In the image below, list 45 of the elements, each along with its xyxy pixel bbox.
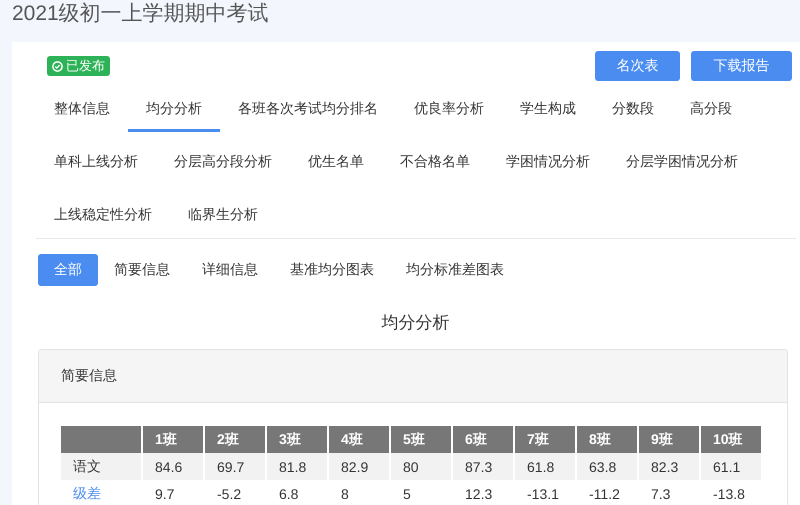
tab[interactable]: 分数段 [594, 86, 672, 132]
page-title: 2021级初一上学期期中考试 [11, 1, 270, 27]
section-title: 均分分析 [382, 313, 450, 332]
table-cell: 82.3 [638, 453, 700, 480]
filter-tab[interactable]: 简要信息 [98, 254, 186, 286]
tab[interactable]: 整体信息 [36, 86, 128, 132]
header-cell: 8班 [576, 426, 638, 453]
header-cell: 7班 [514, 426, 576, 453]
filter-tab[interactable]: 详细信息 [186, 254, 274, 286]
row-label: 语文 [61, 453, 142, 480]
check-circle-icon [52, 60, 63, 72]
header-cell: 9班 [638, 426, 700, 453]
status-text: 已发布 [66, 57, 105, 75]
tab[interactable]: 学困情况分析 [488, 139, 608, 185]
tab[interactable]: 学生构成 [502, 86, 594, 132]
header-cell: 5班 [390, 426, 452, 453]
header-cell: 10班 [700, 426, 761, 453]
table-cell: 87.3 [452, 453, 514, 480]
tab[interactable]: 不合格名单 [382, 139, 488, 185]
table-cell: 61.1 [700, 453, 761, 480]
tab[interactable]: 临界生分析 [170, 192, 276, 238]
filter-tab[interactable]: 均分标准差图表 [390, 254, 520, 286]
header-cell: 2班 [204, 426, 266, 453]
filter-tab[interactable]: 基准均分图表 [274, 254, 390, 286]
table-cell: 84.6 [142, 453, 204, 480]
tab[interactable]: 高分段 [672, 86, 750, 132]
tab[interactable]: 分层学困情况分析 [608, 139, 756, 185]
table-cell: 81.8 [266, 453, 328, 480]
panel-title: 简要信息 [61, 367, 117, 385]
tab[interactable]: 单科上线分析 [36, 139, 156, 185]
header-cell: 1班 [142, 426, 204, 453]
header-cell: 3班 [266, 426, 328, 453]
tab[interactable]: 优良率分析 [396, 86, 502, 132]
tab[interactable]: 分层高分段分析 [156, 139, 290, 185]
table-cell: 80 [390, 453, 452, 480]
tab[interactable]: 上线稳定性分析 [36, 192, 170, 238]
table-cell: 82.9 [328, 453, 390, 480]
table-cell: 61.8 [514, 453, 576, 480]
tab[interactable]: 优生名单 [290, 139, 382, 185]
table-cell: 63.8 [576, 453, 638, 480]
tab[interactable]: 各班各次考试均分排名 [220, 86, 396, 132]
tab[interactable]: 均分分析 [128, 86, 220, 132]
header-cell: 6班 [452, 426, 514, 453]
table-cell: 69.7 [204, 453, 266, 480]
header-cell: 4班 [328, 426, 390, 453]
